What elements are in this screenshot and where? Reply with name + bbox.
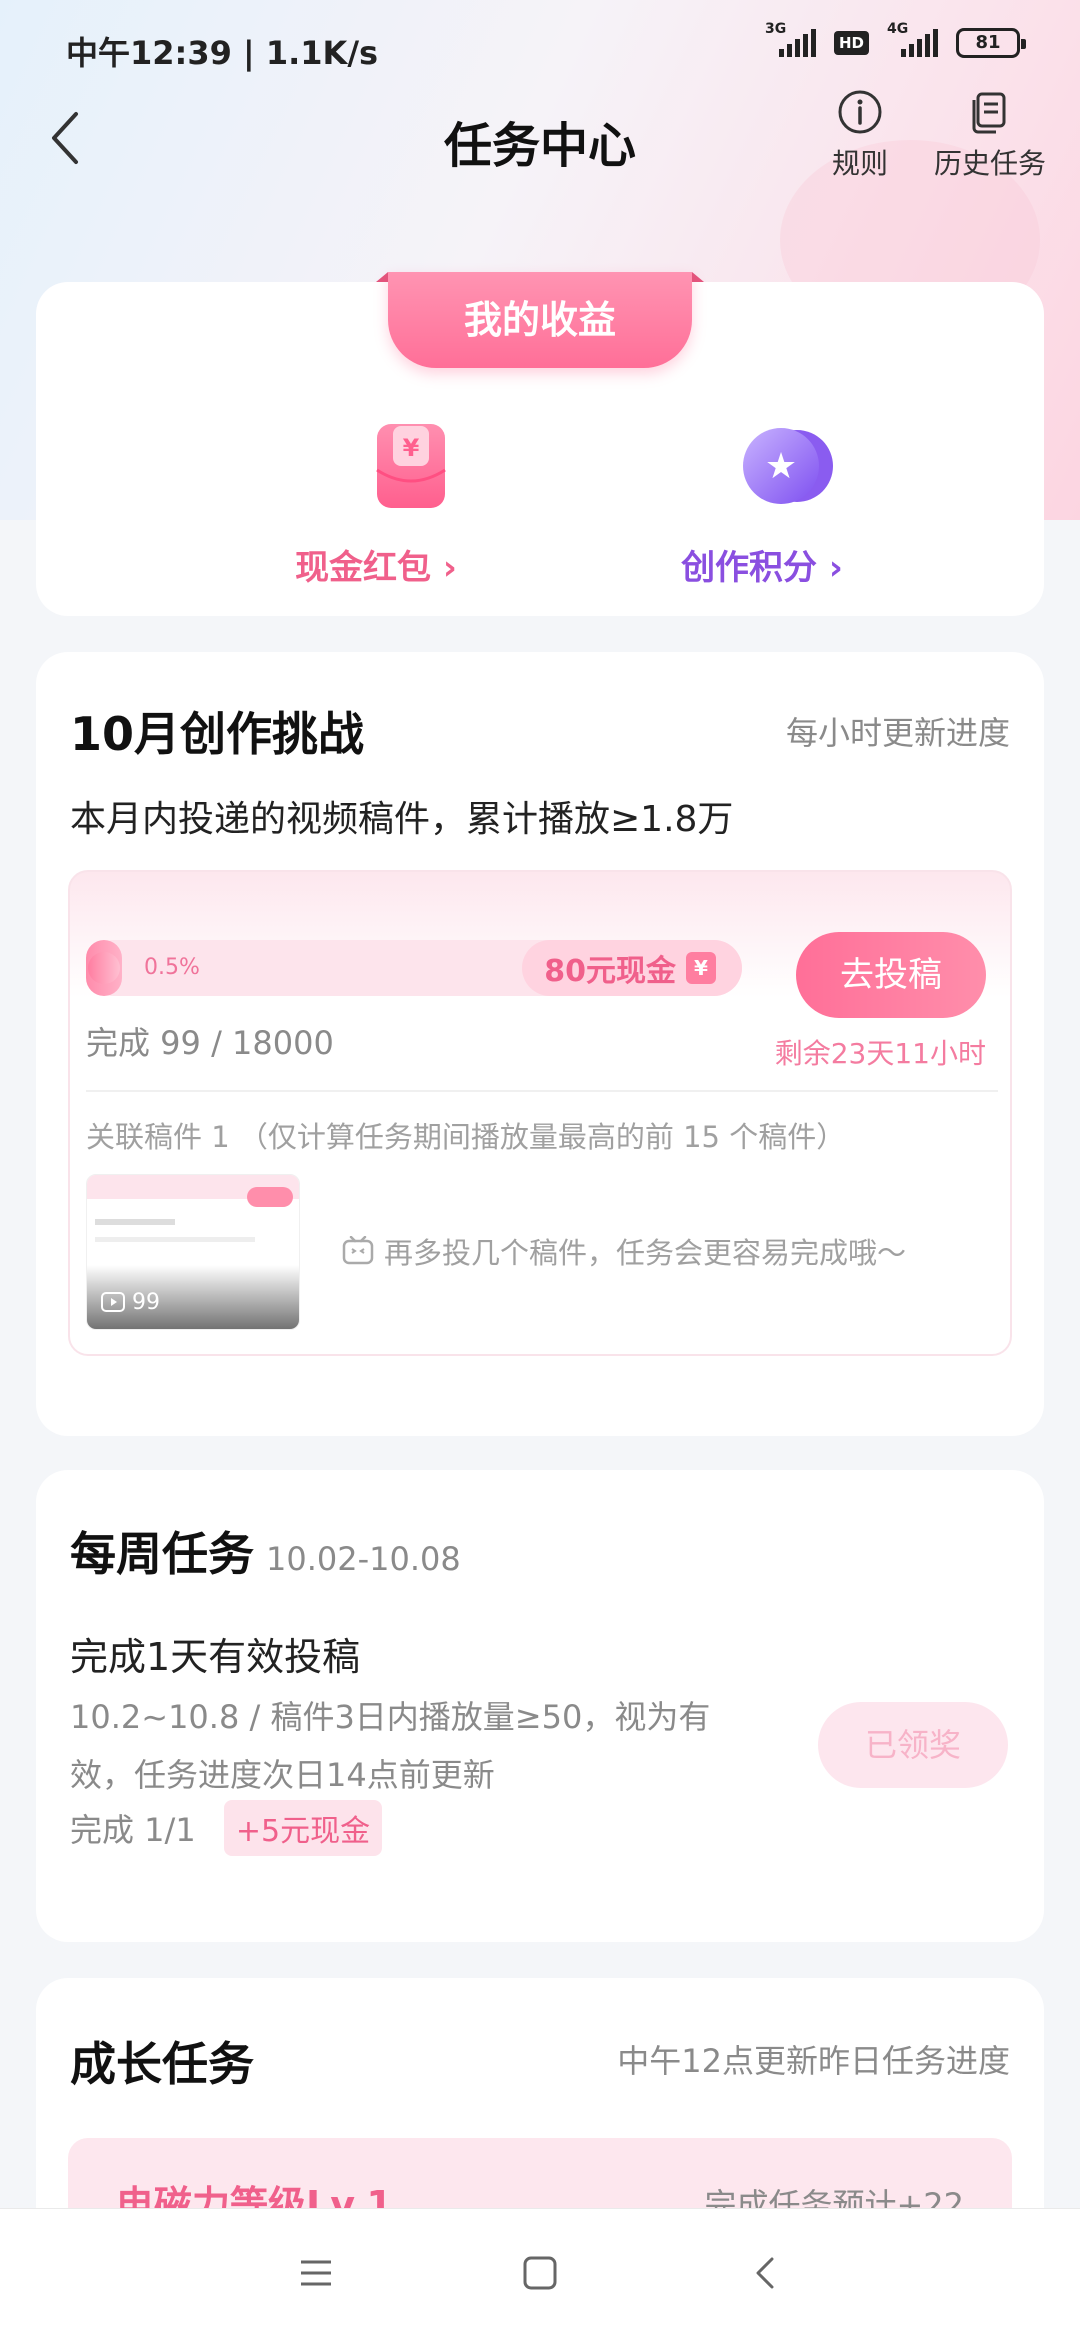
monthly-challenge-card: 10月创作挑战 每小时更新进度 本月内投递的视频稿件，累计播放≥1.8万 0.5… <box>36 652 1044 1436</box>
rules-label: 规则 <box>831 147 888 180</box>
thumbnail-preview-line <box>95 1237 255 1242</box>
signal-4g-icon: 4G <box>887 21 938 57</box>
weekly-task-desc-line1: 10.2~10.8 / 稿件3日内播放量≥50，视为有 <box>70 1698 711 1736</box>
nav-home-button[interactable] <box>480 2209 600 2340</box>
growth-title: 成长任务 <box>70 2037 254 2091</box>
menu-icon <box>301 2260 331 2286</box>
weekly-task-card: 每周任务 10.02-10.08 完成1天有效投稿 10.2~10.8 / 稿件… <box>36 1470 1044 1942</box>
reward-pill: 80元现金 ¥ <box>522 940 742 996</box>
red-packet-glyph: ¥ <box>403 434 420 462</box>
thumbnail-views: 99 <box>132 1290 160 1315</box>
page-title: 任务中心 <box>443 118 636 174</box>
signal-3g-icon: 3G <box>765 21 816 57</box>
hd-badge: HD <box>833 31 869 55</box>
challenge-progress-panel: 0.5% 80元现金 ¥ 完成 99 / 18000 去投稿 剩余23天11小时… <box>68 870 1012 1356</box>
tv-smile-icon <box>342 1236 374 1265</box>
home-square-icon <box>523 2256 557 2290</box>
status-indicators: 3G HD 4G 81 <box>765 21 1026 58</box>
related-submissions-note: 关联稿件 1 （仅计算任务期间播放量最高的前 15 个稿件） <box>86 1120 846 1154</box>
star-glyph: ★ <box>764 446 796 487</box>
network-type-4g: 4G <box>887 21 909 37</box>
battery-icon: 81 <box>956 28 1026 58</box>
cash-redpacket-entry[interactable]: ¥ 现金红包 › <box>266 422 486 589</box>
network-type-3g: 3G <box>764 21 787 37</box>
thumbnail-view-count: 99 <box>101 1290 160 1315</box>
thumbnail-preview-button <box>247 1187 293 1207</box>
nav-back-button[interactable] <box>706 2209 826 2340</box>
document-list-icon <box>972 92 1006 134</box>
challenge-update-note: 每小时更新进度 <box>785 714 1010 752</box>
weekly-task-title: 完成1天有效投稿 <box>70 1635 361 1679</box>
weekly-task-desc-line2: 效，任务进度次日14点前更新 <box>70 1756 495 1794</box>
system-nav-bar <box>0 2208 1080 2340</box>
status-bar: 中午12:39 | 1.1K/s 3G HD 4G 81 <box>0 0 1080 96</box>
progress-bar: 0.5% 80元现金 ¥ <box>86 940 742 996</box>
weekly-reward-tag: +5元现金 <box>223 1800 383 1856</box>
weekly-title: 每周任务 <box>70 1527 254 1581</box>
earnings-title: 我的收益 <box>376 272 704 368</box>
challenge-title: 10月创作挑战 <box>70 707 365 761</box>
remaining-time: 剩余23天11小时 <box>774 1037 986 1070</box>
cash-yuan-icon: ¥ <box>686 952 716 984</box>
challenge-description: 本月内投递的视频稿件，累计播放≥1.8万 <box>70 799 734 840</box>
thumbnail-preview-line <box>95 1219 175 1225</box>
progress-percent: 0.5% <box>144 955 200 980</box>
progress-dot <box>88 952 120 984</box>
history-tasks-button[interactable]: 历史任务 <box>928 88 1052 182</box>
history-tasks-label: 历史任务 <box>933 147 1046 180</box>
submission-thumbnail[interactable]: 99 <box>86 1174 300 1330</box>
creation-points-label: 创作积分 › <box>681 548 843 588</box>
star-coin-icon: ★ <box>742 428 833 504</box>
challenge-completion: 完成 99 / 18000 <box>86 1024 334 1062</box>
rules-button[interactable]: 规则 <box>820 88 900 182</box>
weekly-completion: 完成 1/1 <box>70 1811 196 1849</box>
creation-points-entry[interactable]: ★ 创作积分 › <box>652 422 872 589</box>
status-time-speed: 中午12:39 | 1.1K/s <box>66 34 379 72</box>
info-icon <box>838 90 882 134</box>
earnings-card: 我的收益 ¥ 现金红包 › ★ 创作积分 › <box>36 272 1044 616</box>
divider <box>86 1090 998 1092</box>
submit-video-button[interactable]: 去投稿 <box>796 932 986 1018</box>
encourage-message: 再多投几个稿件，任务会更容易完成哦～ <box>342 1230 906 1272</box>
reward-claimed-button: 已领奖 <box>818 1702 1008 1788</box>
weekly-progress-row: 完成 1/1 +5元现金 <box>70 1800 383 1856</box>
nav-menu-button[interactable] <box>256 2209 376 2340</box>
weekly-header: 每周任务 10.02-10.08 <box>70 1518 461 1584</box>
encourage-text: 再多投几个稿件，任务会更容易完成哦～ <box>384 1236 907 1270</box>
weekly-date-range: 10.02-10.08 <box>266 1540 461 1578</box>
red-packet-icon: ¥ <box>376 424 446 508</box>
growth-update-note: 中午12点更新昨日任务进度 <box>617 2042 1010 2080</box>
back-triangle-icon <box>756 2257 774 2289</box>
reward-amount: 80元现金 <box>544 954 676 989</box>
cash-redpacket-label: 现金红包 › <box>295 548 457 588</box>
play-count-icon <box>101 1292 125 1312</box>
